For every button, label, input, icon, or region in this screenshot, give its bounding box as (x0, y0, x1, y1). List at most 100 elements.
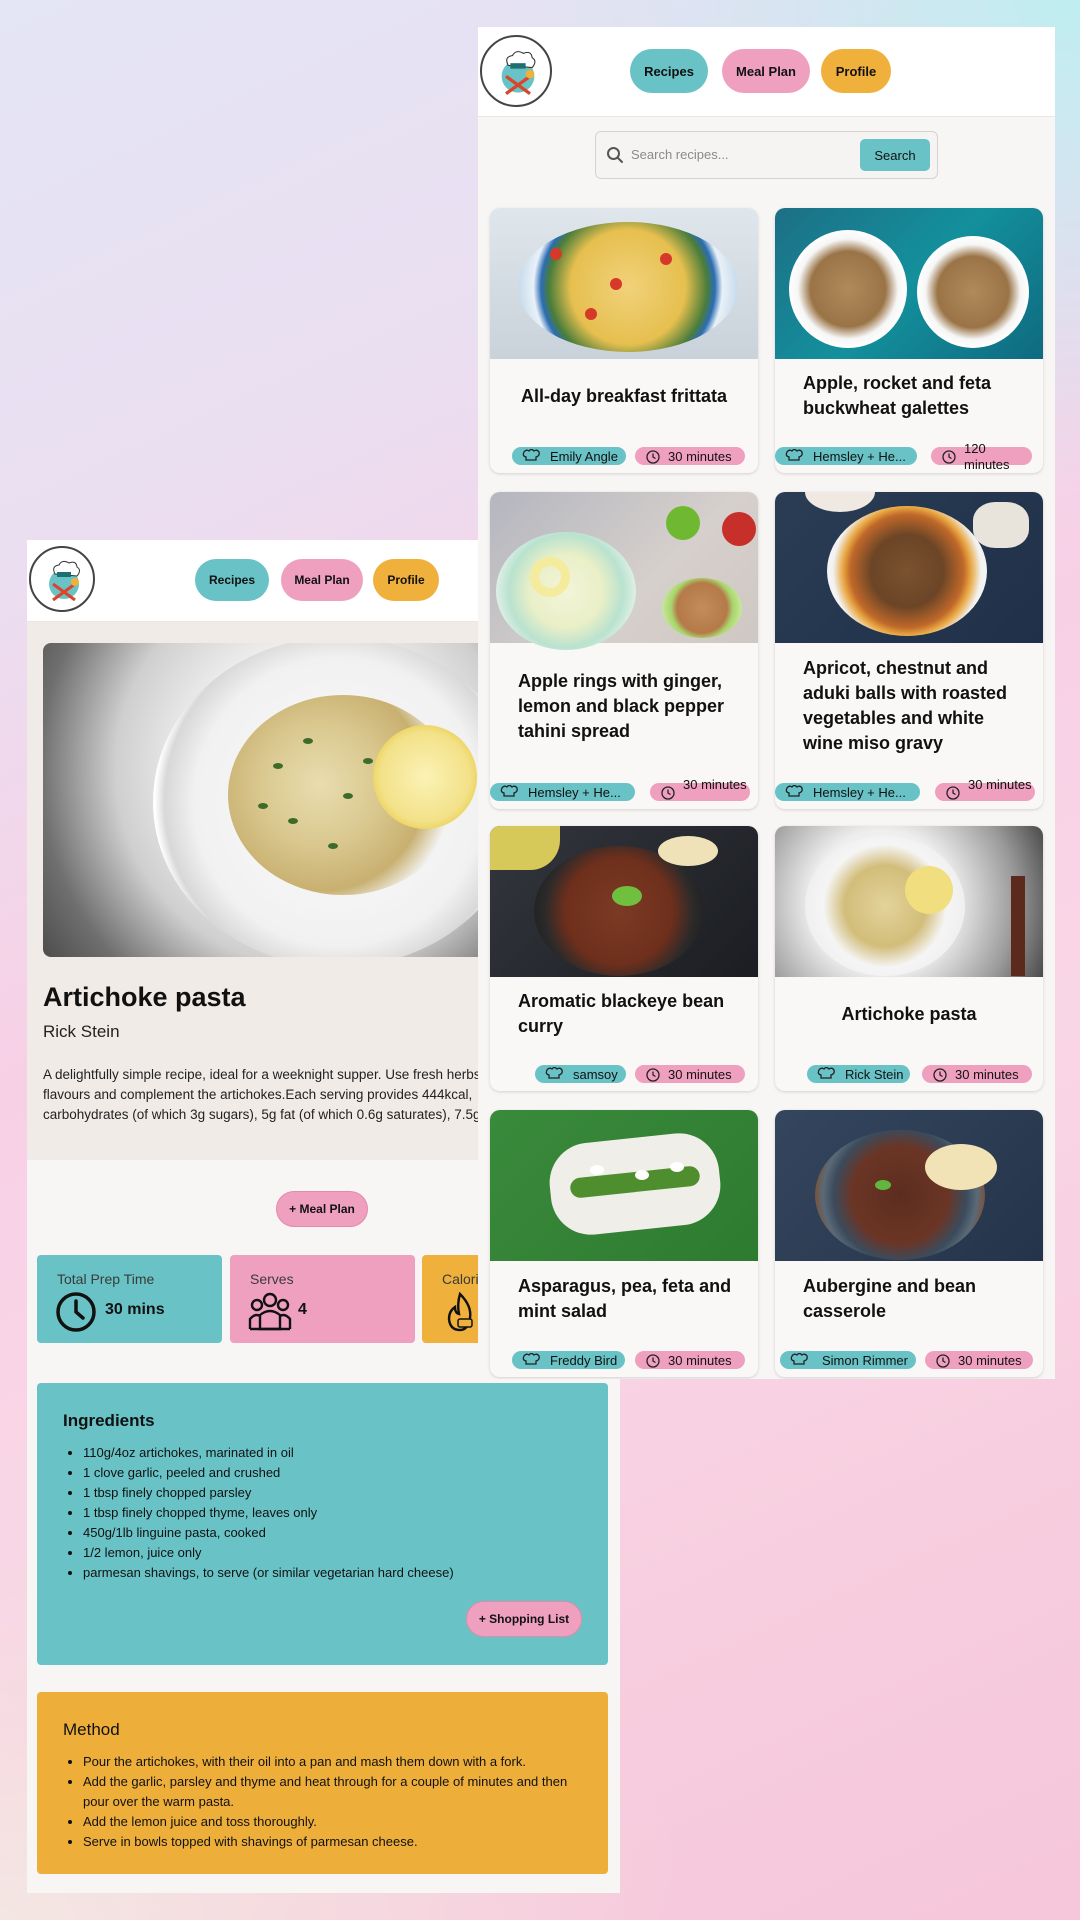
method-card: Method Pour the artichokes, with their o… (37, 1692, 608, 1874)
chef-logo-icon (501, 51, 536, 96)
prep-time: 30 minutes (668, 1066, 732, 1082)
chef-name: Hemsley + He... (813, 448, 906, 464)
chef-hat-icon (785, 785, 803, 797)
recipe-card[interactable]: Apricot, chestnut and aduki balls with r… (775, 492, 1043, 809)
nav-profile-button[interactable]: Profile (373, 559, 439, 601)
flame-icon (447, 1291, 473, 1332)
method-step: Serve in bowls topped with shavings of p… (83, 1832, 583, 1852)
nav-recipes-button[interactable]: Recipes (195, 559, 269, 601)
stat-value: 4 (298, 1301, 307, 1318)
prep-time: 30 minutes (958, 1352, 1022, 1368)
search-bar: Search recipes... Search (595, 131, 938, 179)
nav-recipes-button[interactable]: Recipes (630, 49, 708, 93)
recipe-card-image (775, 1110, 1043, 1261)
ingredient-item: 1 clove garlic, peeled and crushed (83, 1463, 454, 1483)
recipe-card-image (490, 208, 758, 359)
prep-time: 30 minutes (968, 777, 1032, 792)
time-tag: 30 minutes (650, 777, 750, 801)
clock-icon (936, 1354, 950, 1368)
clock-icon (646, 1354, 660, 1368)
chef-name: Freddy Bird (550, 1352, 618, 1368)
chef-tag: samsoy (535, 1065, 626, 1083)
people-icon (248, 1292, 292, 1331)
recipe-card[interactable]: Artichoke pasta Rick Stein 30 minutes (775, 826, 1043, 1091)
clock-icon (56, 1292, 96, 1332)
add-meal-plan-button[interactable]: + Meal Plan (276, 1191, 368, 1227)
ingredients-title: Ingredients (63, 1411, 155, 1430)
recipe-card-title: Apple, rocket and feta buckwheat galette… (803, 373, 992, 418)
method-step: Add the garlic, parsley and thyme and he… (83, 1772, 583, 1812)
nav-profile-button[interactable]: Profile (821, 49, 891, 93)
prep-time: 120 minutes (964, 441, 1010, 472)
chef-name: Emily Angle (550, 448, 618, 464)
logo[interactable] (480, 35, 552, 107)
logo[interactable] (29, 546, 95, 612)
time-tag: 30 minutes (635, 447, 745, 465)
stat-prep-time: Total Prep Time 30 mins (37, 1255, 222, 1343)
recipe-card-title: Aubergine and bean casserole (803, 1276, 977, 1321)
chef-hat-icon (500, 785, 518, 797)
recipe-card-title: Aromatic blackeye bean curry (518, 991, 725, 1036)
search-input[interactable]: Search recipes... (631, 147, 729, 162)
chef-tag: Emily Angle (512, 447, 626, 465)
nav-meal-plan-button[interactable]: Meal Plan (281, 559, 363, 601)
clock-icon (942, 450, 956, 464)
recipe-card-image (490, 492, 758, 650)
chef-hat-icon (785, 449, 803, 461)
method-list: Pour the artichokes, with their oil into… (83, 1752, 583, 1852)
clock-icon (946, 786, 960, 800)
recipe-list-window: Recipes Meal Plan Profile Search recipes… (478, 27, 1055, 1379)
clock-icon (661, 786, 675, 800)
chef-tag: Hemsley + He... (775, 447, 917, 465)
recipe-card-title: All-day breakfast frittata (520, 385, 728, 406)
recipe-card[interactable]: Aubergine and bean casserole Simon Rimme… (775, 1110, 1043, 1377)
time-tag: 120 minutes (931, 441, 1032, 472)
time-tag: 30 minutes (925, 1351, 1033, 1369)
ingredient-item: 110g/4oz artichokes, marinated in oil (83, 1443, 454, 1463)
chef-name: Hemsley + He... (528, 784, 621, 800)
recipe-card-title: Apple rings with ginger, lemon and black… (518, 670, 725, 741)
chef-name: Simon Rimmer (822, 1352, 908, 1368)
recipe-card-image (775, 208, 1043, 359)
search-icon (607, 147, 623, 163)
prep-time: 30 minutes (668, 1352, 732, 1368)
time-tag: 30 minutes (635, 1351, 745, 1369)
recipe-author: Rick Stein (43, 1022, 120, 1041)
chef-hat-icon (790, 1353, 808, 1365)
ingredient-item: parmesan shavings, to serve (or similar … (83, 1563, 454, 1583)
method-step: Add the lemon juice and toss thoroughly. (83, 1812, 583, 1832)
recipe-card[interactable]: Asparagus, pea, feta and mint salad Fred… (490, 1110, 758, 1377)
nav-meal-plan-button[interactable]: Meal Plan (722, 49, 810, 93)
chef-name: Hemsley + He... (813, 784, 906, 800)
ingredients-list: 110g/4oz artichokes, marinated in oil 1 … (83, 1443, 454, 1583)
clock-icon (646, 1068, 660, 1082)
recipe-card-title: Apricot, chestnut and aduki balls with r… (803, 658, 1008, 753)
stat-label: Serves (250, 1271, 294, 1287)
ingredients-card: Ingredients 110g/4oz artichokes, marinat… (37, 1383, 608, 1665)
add-shopping-list-button[interactable]: + Shopping List (466, 1601, 582, 1637)
recipe-card[interactable]: Apple rings with ginger, lemon and black… (490, 492, 758, 809)
time-tag: 30 minutes (935, 777, 1035, 801)
stat-serves: Serves 4 (230, 1255, 415, 1343)
chef-name: Rick Stein (845, 1066, 904, 1082)
chef-hat-icon (522, 1353, 540, 1365)
chef-tag: Rick Stein (807, 1065, 910, 1083)
chef-logo-icon (49, 560, 80, 602)
chef-hat-icon (545, 1067, 563, 1079)
stat-label: Total Prep Time (57, 1271, 155, 1287)
search-button[interactable]: Search (860, 139, 930, 171)
recipe-card-image (490, 826, 758, 977)
chef-hat-icon (522, 449, 540, 461)
stat-value: 30 mins (105, 1301, 165, 1318)
chef-name: samsoy (573, 1066, 618, 1082)
ingredient-item: 1/2 lemon, juice only (83, 1543, 454, 1563)
recipe-card-title: Asparagus, pea, feta and mint salad (518, 1276, 732, 1321)
recipe-card-image (490, 1110, 758, 1261)
ingredient-item: 1 tbsp finely chopped thyme, leaves only (83, 1503, 454, 1523)
time-tag: 30 minutes (922, 1065, 1032, 1083)
recipe-card[interactable]: Apple, rocket and feta buckwheat galette… (775, 208, 1043, 473)
prep-time: 30 minutes (955, 1066, 1019, 1082)
recipe-card[interactable]: All-day breakfast frittata Emily Angle 3… (490, 208, 758, 473)
recipe-card[interactable]: Aromatic blackeye bean curry samsoy 30 m… (490, 826, 758, 1091)
method-step: Pour the artichokes, with their oil into… (83, 1752, 583, 1772)
